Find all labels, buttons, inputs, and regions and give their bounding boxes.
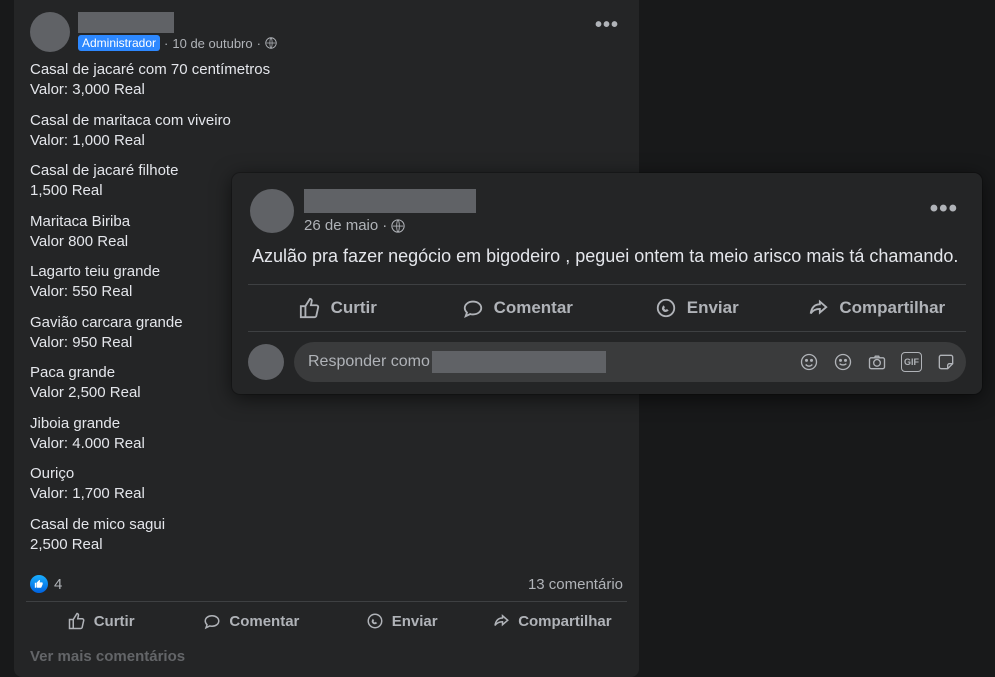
thumbs-up-icon [299,297,321,319]
comment-icon [462,297,484,319]
post-body: Azulão pra fazer negócio em bigodeiro , … [232,240,982,278]
post-card-overlay: 26 de maio · ••• Azulão pra fazer negóci… [232,173,982,394]
like-label: Curtir [331,298,377,318]
like-reaction-icon [30,575,48,593]
reactions-row: 4 13 comentário [14,569,639,597]
post-header: Administrador · 10 de outubro · ••• [14,0,639,52]
meta-sep: · [164,36,168,51]
item-price: 2,500 Real [30,535,623,555]
avatar[interactable] [30,12,70,52]
header-info: Administrador · 10 de outubro · [78,12,623,51]
more-options-button[interactable]: ••• [587,10,627,41]
item-price: Valor: 1,700 Real [30,484,623,504]
thumbs-up-icon [68,612,86,630]
share-icon [807,297,829,319]
sticker-icon[interactable] [936,352,956,372]
send-label: Enviar [687,298,739,318]
post-meta: Administrador · 10 de outubro · [78,35,623,51]
header-info: 26 de maio · [304,189,476,234]
whatsapp-icon [655,297,677,319]
item-price: Valor: 4.000 Real [30,434,623,454]
send-button[interactable]: Enviar [607,287,787,329]
comment-composer: Responder como GIF [232,342,982,382]
username-redacted [432,351,606,373]
comment-button[interactable]: Comentar [176,604,326,638]
like-count-number: 4 [54,576,62,593]
author-name-redacted[interactable] [304,189,476,213]
item-title: Ouriço [30,464,623,484]
admin-badge: Administrador [78,35,160,51]
comment-input[interactable]: Responder como GIF [294,342,966,382]
list-item: Casal de mico sagui2,500 Real [30,515,623,556]
share-button[interactable]: Compartilhar [477,604,627,638]
comment-label: Comentar [494,298,573,318]
meta-sep: · [382,217,387,234]
comment-placeholder: Responder como [308,353,430,371]
like-button[interactable]: Curtir [26,604,176,638]
item-price: Valor: 3,000 Real [30,80,623,100]
send-button[interactable]: Enviar [327,604,477,638]
see-more-comments[interactable]: Ver mais comentários [14,640,639,677]
comment-label: Comentar [229,613,299,630]
emoji-icon[interactable] [833,352,853,372]
post-date[interactable]: 10 de outubro [172,36,252,51]
globe-icon[interactable] [391,219,405,233]
action-bar: Curtir Comentar Enviar Compartilhar [26,601,627,640]
globe-icon[interactable] [265,37,277,49]
send-label: Enviar [392,613,438,630]
like-button[interactable]: Curtir [248,287,428,329]
like-label: Curtir [94,613,135,630]
list-item: Casal de jacaré com 70 centímetrosValor:… [30,60,623,101]
avatar-sticker-icon[interactable] [799,352,819,372]
list-item: Jiboia grandeValor: 4.000 Real [30,414,623,455]
share-icon [492,612,510,630]
more-options-button[interactable]: ••• [922,191,966,227]
item-title: Casal de jacaré com 70 centímetros [30,60,623,80]
post-meta: 26 de maio · [304,217,476,234]
item-title: Casal de maritaca com viveiro [30,111,623,131]
comment-count[interactable]: 13 comentário [528,576,623,593]
comment-button[interactable]: Comentar [428,287,608,329]
like-count[interactable]: 4 [30,575,62,593]
item-price: Valor: 1,000 Real [30,131,623,151]
action-bar: Curtir Comentar Enviar Compartilhar [248,284,966,332]
gif-icon[interactable]: GIF [901,352,922,372]
list-item: OuriçoValor: 1,700 Real [30,464,623,505]
whatsapp-icon [366,612,384,630]
comment-icon [203,612,221,630]
share-button[interactable]: Compartilhar [787,287,967,329]
post-date[interactable]: 26 de maio [304,217,378,234]
item-title: Casal de mico sagui [30,515,623,535]
comment-tools: GIF [799,352,956,372]
list-item: Casal de maritaca com viveiroValor: 1,00… [30,111,623,152]
author-name-redacted[interactable] [78,12,174,33]
avatar[interactable] [250,189,294,233]
share-label: Compartilhar [518,613,611,630]
share-label: Compartilhar [839,298,945,318]
item-title: Jiboia grande [30,414,623,434]
avatar[interactable] [248,344,284,380]
meta-sep: · [257,36,261,51]
camera-icon[interactable] [867,352,887,372]
post-header: 26 de maio · ••• [232,173,982,240]
